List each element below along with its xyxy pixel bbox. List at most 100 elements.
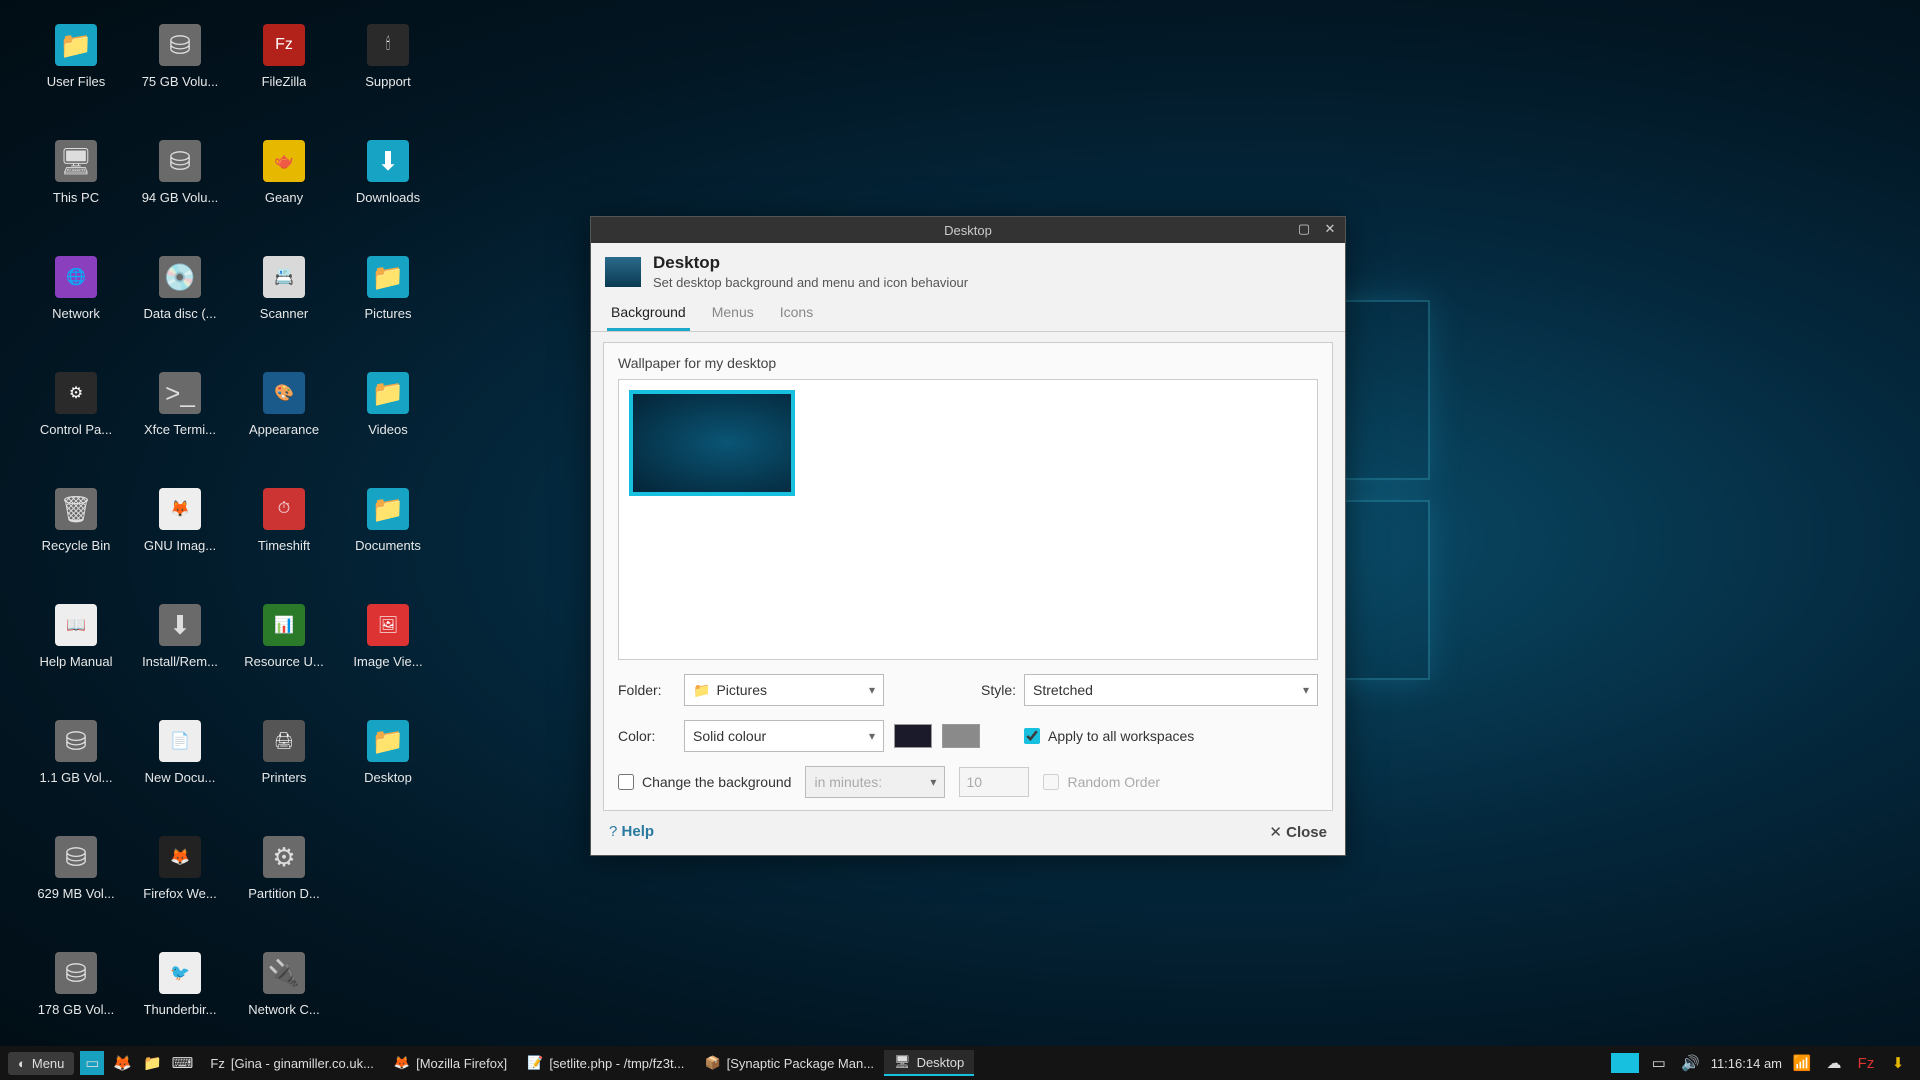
terminal-launcher[interactable]: ⌨ [170, 1051, 194, 1075]
desktop-icon-downloads[interactable]: ⬇Downloads [336, 136, 440, 252]
tab-background[interactable]: Background [607, 298, 690, 331]
menu-icon: ◐ [18, 1056, 26, 1071]
clock[interactable]: 11:16:14 am [1711, 1056, 1782, 1071]
menu-button[interactable]: ◐ Menu [8, 1052, 74, 1075]
folder-combo[interactable]: 📁 Pictures [684, 674, 884, 706]
background-panel: Wallpaper for my desktop Folder: 📁 Pictu… [603, 342, 1333, 811]
close-label: Close [1286, 824, 1327, 841]
desktop-icon-new-docu-[interactable]: 📄New Docu... [128, 716, 232, 832]
apply-all-checkbox-input[interactable] [1024, 728, 1040, 744]
window-close-button[interactable]: ✕ [1319, 219, 1341, 239]
window-maximize-button[interactable]: ▢ [1293, 219, 1315, 239]
desktop-icon-help-manual[interactable]: 📖Help Manual [24, 600, 128, 716]
taskbar-task[interactable]: 📝[setlite.php - /tmp/fz3t... [517, 1050, 694, 1076]
dialog-titlebar[interactable]: Desktop ▢ ✕ [591, 217, 1345, 243]
folder-label: Folder: [618, 682, 684, 698]
tray-network-icon[interactable]: 📶 [1790, 1051, 1814, 1075]
show-desktop-button[interactable]: ▭ [80, 1051, 104, 1075]
desktop-icon-printers[interactable]: 🖨Printers [232, 716, 336, 832]
interval-spinbox: 10 [959, 767, 1029, 797]
wallpaper-thumbnail-selected[interactable] [629, 390, 795, 496]
desktop-icon-appearance[interactable]: 🎨Appearance [232, 368, 336, 484]
desktop-icon-xfce-termi-[interactable]: >_Xfce Termi... [128, 368, 232, 484]
desktop-icon-install-rem-[interactable]: ⬇Install/Rem... [128, 600, 232, 716]
taskbar-task[interactable]: Fz[Gina - ginamiller.co.uk... [200, 1050, 384, 1076]
help-icon: ? [609, 823, 617, 840]
help-label: Help [622, 823, 655, 840]
close-icon: ✕ [1269, 824, 1282, 841]
random-label: Random Order [1067, 774, 1160, 790]
desktop-icon-partition-d-[interactable]: ⚙Partition D... [232, 832, 336, 948]
color-value: Solid colour [693, 728, 766, 744]
style-label: Style: [944, 682, 1024, 698]
random-checkbox-input [1043, 774, 1059, 790]
workspace-indicator[interactable] [1611, 1053, 1639, 1073]
desktop-icon-user-files[interactable]: 📁User Files [24, 20, 128, 136]
taskbar: ◐ Menu ▭ 🦊 📁 ⌨ Fz[Gina - ginamiller.co.u… [0, 1046, 1920, 1080]
help-button[interactable]: ? Help [609, 823, 654, 841]
desktop-icon-timeshift[interactable]: ⏱Timeshift [232, 484, 336, 600]
wallpaper-section-label: Wallpaper for my desktop [618, 355, 1318, 371]
interval-unit-value: in minutes: [814, 774, 882, 790]
change-bg-label: Change the background [642, 774, 791, 790]
tray-cloud-icon[interactable]: ☁ [1822, 1051, 1846, 1075]
desktop-settings-dialog: Desktop ▢ ✕ Desktop Set desktop backgrou… [590, 216, 1346, 856]
desktop-icon-filezilla[interactable]: FzFileZilla [232, 20, 336, 136]
change-bg-checkbox-input[interactable] [618, 774, 634, 790]
desktop-icon-gnu-imag-[interactable]: 🦊GNU Imag... [128, 484, 232, 600]
desktop-icon-scanner[interactable]: 📇Scanner [232, 252, 336, 368]
taskbar-task[interactable]: 📦[Synaptic Package Man... [694, 1050, 884, 1076]
desktop-icon-geany[interactable]: 🫖Geany [232, 136, 336, 252]
change-background-checkbox[interactable]: Change the background [618, 774, 791, 790]
desktop-icon-pictures[interactable]: 📁Pictures [336, 252, 440, 368]
desktop-icon-videos[interactable]: 📁Videos [336, 368, 440, 484]
desktop-icon-image-vie-[interactable]: 🖼Image Vie... [336, 600, 440, 716]
desktop-icon-support[interactable]: 🕯Support [336, 20, 440, 136]
color-swatch-primary[interactable] [894, 724, 932, 748]
dialog-title: Desktop [944, 223, 992, 238]
taskbar-task[interactable]: 🖥Desktop [884, 1050, 974, 1076]
folder-value: Pictures [716, 682, 767, 698]
random-order-checkbox: Random Order [1043, 774, 1160, 790]
interval-unit-combo: in minutes: [805, 766, 945, 798]
tray-updates-icon[interactable]: ⬇ [1886, 1051, 1910, 1075]
firefox-launcher[interactable]: 🦊 [110, 1051, 134, 1075]
desktop-icon-this-pc[interactable]: 🖥This PC [24, 136, 128, 252]
dialog-tabs: Background Menus Icons [591, 298, 1345, 332]
color-label: Color: [618, 728, 684, 744]
color-mode-combo[interactable]: Solid colour [684, 720, 884, 752]
desktop-icon-firefox-we-[interactable]: 🦊Firefox We... [128, 832, 232, 948]
desktop-icon-resource-u-[interactable]: 📊Resource U... [232, 600, 336, 716]
color-swatch-secondary[interactable] [942, 724, 980, 748]
desktop-icon [605, 257, 641, 287]
desktop-icon-94-gb-volu-[interactable]: ⛁94 GB Volu... [128, 136, 232, 252]
tray-filezilla-icon[interactable]: Fz [1854, 1051, 1878, 1075]
desktop-icon-control-pa-[interactable]: ⚙Control Pa... [24, 368, 128, 484]
apply-all-workspaces-checkbox[interactable]: Apply to all workspaces [1024, 728, 1318, 744]
desktop-icon-grid: 📁User Files⛁75 GB Volu...FzFileZilla🕯Sup… [24, 20, 440, 1064]
dialog-header: Desktop Set desktop background and menu … [591, 243, 1345, 298]
tab-menus[interactable]: Menus [708, 298, 758, 331]
desktop-icon-629-mb-vol-[interactable]: ⛁629 MB Vol... [24, 832, 128, 948]
files-launcher[interactable]: 📁 [140, 1051, 164, 1075]
desktop-icon-documents[interactable]: 📁Documents [336, 484, 440, 600]
desktop-icon-recycle-bin[interactable]: 🗑Recycle Bin [24, 484, 128, 600]
desktop-icon-desktop[interactable]: 📁Desktop [336, 716, 440, 832]
desktop-icon-1-1-gb-vol-[interactable]: ⛁1.1 GB Vol... [24, 716, 128, 832]
wallpaper-list[interactable] [618, 379, 1318, 660]
tray-volume-icon[interactable]: 🔊 [1679, 1051, 1703, 1075]
menu-label: Menu [32, 1056, 65, 1071]
desktop-icon-data-disc-[interactable]: 💿Data disc (... [128, 252, 232, 368]
tray-display-icon[interactable]: ▭ [1647, 1051, 1671, 1075]
dialog-heading: Desktop [653, 253, 968, 273]
interval-value: 10 [966, 774, 982, 790]
close-button[interactable]: ✕ Close [1269, 823, 1327, 841]
apply-all-label: Apply to all workspaces [1048, 728, 1194, 744]
tab-icons[interactable]: Icons [776, 298, 817, 331]
style-value: Stretched [1033, 682, 1093, 698]
dialog-subtitle: Set desktop background and menu and icon… [653, 275, 968, 290]
style-combo[interactable]: Stretched [1024, 674, 1318, 706]
desktop-icon-75-gb-volu-[interactable]: ⛁75 GB Volu... [128, 20, 232, 136]
taskbar-task[interactable]: 🦊[Mozilla Firefox] [384, 1050, 517, 1076]
desktop-icon-network[interactable]: 🌐Network [24, 252, 128, 368]
